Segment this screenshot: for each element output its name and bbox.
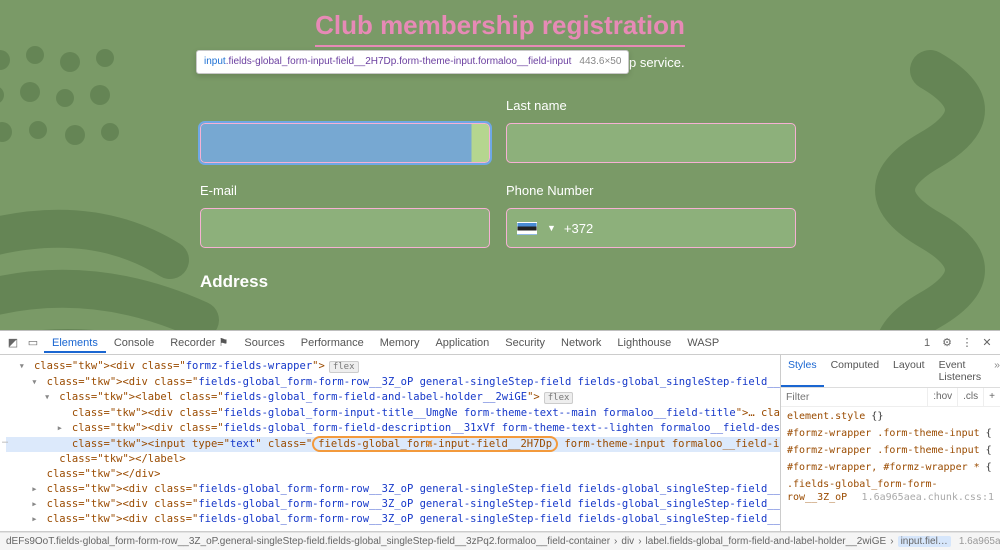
styles-tab-eventlisteners[interactable]: Event Listeners [932, 355, 989, 387]
styles-filterbar: :hov .cls + [781, 388, 1000, 407]
cls-toggle[interactable]: .cls [957, 388, 983, 406]
dom-line[interactable]: ▸ class="tkw"><div class="fields-global_… [6, 421, 780, 437]
breadcrumb[interactable]: dEFs9OoT.fields-global_form-form-row__3Z… [0, 532, 1000, 550]
devtools-tab-performance[interactable]: Performance [293, 333, 372, 353]
phone-dial-code: +372 [564, 221, 593, 236]
gear-icon[interactable]: ⚙ [938, 336, 956, 349]
devtools-tabbar: ◩ ▭ ElementsConsoleRecorder ⚑SourcesPerf… [0, 331, 1000, 355]
dom-line[interactable]: ▸ class="tkw"><div class="fields-global_… [6, 482, 780, 497]
devtools-tab-security[interactable]: Security [497, 333, 553, 353]
label-phone: Phone Number [506, 183, 796, 198]
dom-line[interactable]: ▾ class="tkw"><div class="formz-fields-w… [6, 359, 780, 375]
close-icon[interactable]: ✕ [978, 336, 996, 349]
field-email: E-mail [200, 183, 490, 248]
dom-line[interactable]: class="tkw"><input type="text" class="fi… [6, 437, 780, 452]
page-title: Club membership registration [315, 10, 685, 47]
kebab-icon[interactable]: ⋮ [958, 336, 976, 349]
tooltip-dims: 443.6×50 [579, 56, 621, 67]
devtools-tab-network[interactable]: Network [553, 333, 609, 353]
tooltip-tag: input [204, 56, 226, 67]
page-title-wrap: Club membership registration [0, 0, 1000, 47]
dom-line[interactable]: ▾ class="tkw"><label class="fields-globa… [6, 390, 780, 406]
dom-line[interactable]: class="tkw"><div class="fields-global_fo… [6, 406, 780, 421]
field-first-name: input.fields-global_form-input-field__2H… [200, 98, 490, 163]
devtools-tab-wasp[interactable]: WASP [679, 333, 727, 353]
styles-filter-input[interactable] [781, 388, 927, 406]
label-email: E-mail [200, 183, 490, 198]
input-email[interactable] [200, 208, 490, 248]
dom-line[interactable]: class="tkw"></div> [6, 467, 780, 482]
input-last-name[interactable] [506, 123, 796, 163]
devtools-tab-lighthouse[interactable]: Lighthouse [609, 333, 679, 353]
devtools-tab-application[interactable]: Application [427, 333, 497, 353]
label-first-name [200, 98, 490, 113]
section-address: Address [200, 272, 800, 292]
devtools-panes: … ▾ class="tkw"><div class="formz-fields… [0, 355, 1000, 532]
error-badge[interactable]: 1 [918, 337, 936, 349]
devtools: ◩ ▭ ElementsConsoleRecorder ⚑SourcesPerf… [0, 330, 1000, 550]
styles-tab-layout[interactable]: Layout [886, 355, 932, 387]
crumbs-source: 1.6a965aea.chunk.css:1 [959, 536, 1000, 547]
gutter-ellipsis: … [2, 433, 8, 448]
dom-line[interactable]: class="tkw"></label> [6, 452, 780, 467]
devtools-tab-recorder[interactable]: Recorder ⚑ [162, 333, 236, 353]
styles-tab-styles[interactable]: Styles [781, 355, 824, 387]
tooltip-classes: .fields-global_form-input-field__2H7Dp.f… [226, 56, 572, 67]
styles-more-icon[interactable]: » [988, 355, 1000, 387]
input-phone[interactable]: ▼ +372 [506, 208, 796, 248]
css-rules[interactable]: element.style {}#formz-wrapper .form-the… [781, 407, 1000, 511]
styles-tabs: StylesComputedLayoutEvent Listeners» [781, 355, 1000, 388]
deco-swirl-right [850, 50, 1000, 330]
chevron-down-icon[interactable]: ▼ [547, 223, 556, 233]
styles-tab-computed[interactable]: Computed [824, 355, 886, 387]
inspect-tooltip: input.fields-global_form-input-field__2H… [196, 50, 629, 74]
field-last-name: Last name [506, 98, 796, 163]
device-icon[interactable]: ▭ [24, 336, 42, 349]
flag-icon[interactable] [517, 222, 537, 235]
dom-line[interactable]: ▾ class="tkw"><div class="fields-global_… [6, 375, 780, 390]
deco-brush-left [0, 200, 220, 330]
registration-form: input.fields-global_form-input-field__2H… [200, 98, 800, 292]
devtools-tab-sources[interactable]: Sources [236, 333, 292, 353]
devtools-tab-console[interactable]: Console [106, 333, 162, 353]
styles-panel: StylesComputedLayoutEvent Listeners» :ho… [780, 355, 1000, 531]
input-first-name[interactable] [200, 123, 490, 163]
devtools-tab-elements[interactable]: Elements [44, 333, 106, 353]
label-last-name: Last name [506, 98, 796, 113]
inspect-icon[interactable]: ◩ [4, 336, 22, 349]
field-phone: Phone Number ▼ +372 [506, 183, 796, 248]
dom-line[interactable]: ▸ class="tkw"><div class="fields-global_… [6, 497, 780, 512]
hov-toggle[interactable]: :hov [927, 388, 957, 406]
dom-line[interactable]: ▸ class="tkw"><div class="fields-global_… [6, 512, 780, 527]
elements-panel[interactable]: … ▾ class="tkw"><div class="formz-fields… [0, 355, 780, 531]
devtools-tab-memory[interactable]: Memory [372, 333, 428, 353]
add-rule-icon[interactable]: + [983, 388, 1000, 406]
page-canvas: Club membership registration Complete th… [0, 0, 1000, 330]
